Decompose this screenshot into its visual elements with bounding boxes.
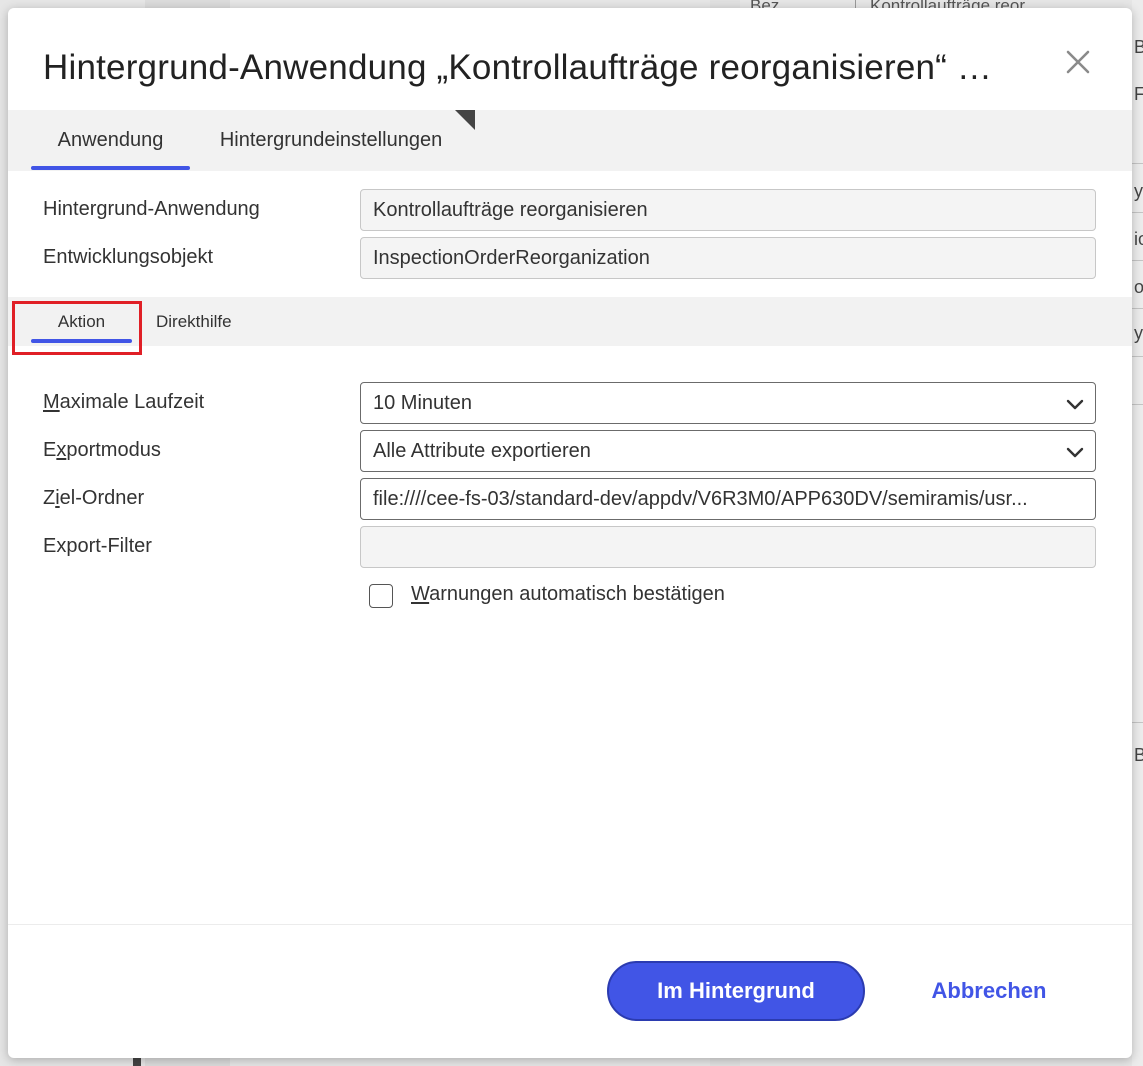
background-edge-text: io <box>1134 229 1143 249</box>
tab-hintergrundeinstellungen[interactable]: Hintergrundeinstellungen <box>204 110 458 171</box>
background-edge-text: F <box>1134 84 1143 104</box>
tab-anwendung[interactable]: Anwendung <box>31 110 190 171</box>
export-filter-label: Export-Filter <box>43 535 152 557</box>
export-mode-value: Alle Attribute exportieren <box>373 440 591 462</box>
max-runtime-label: Maximale Laufzeit <box>43 391 205 413</box>
run-in-background-button[interactable]: Im Hintergrund <box>607 961 865 1021</box>
cancel-button[interactable]: Abbrechen <box>914 961 1064 1021</box>
auto-confirm-warnings-label[interactable]: Warnungen automatisch bestätigen <box>411 583 725 606</box>
export-mode-select[interactable]: Alle Attribute exportieren <box>360 430 1096 472</box>
background-application-field: Kontrollaufträge reorganisieren <box>360 189 1096 231</box>
target-folder-label: Ziel-Ordner <box>43 487 145 509</box>
background-edge-text: yN <box>1134 181 1143 201</box>
dialog-title: Hintergrund-Anwendung „Kontrollaufträge … <box>43 48 993 87</box>
chevron-down-icon <box>1066 399 1084 410</box>
background-application-dialog: Hintergrund-Anwendung „Kontrollaufträge … <box>8 8 1132 1058</box>
development-object-field: InspectionOrderReorganization <box>360 237 1096 279</box>
background-edge-text: Be <box>1134 745 1143 765</box>
close-icon <box>1066 50 1090 74</box>
background-application-label: Hintergrund-Anwendung <box>43 198 260 220</box>
main-tab-bar: Anwendung Hintergrundeinstellungen <box>8 110 1132 171</box>
export-mode-label: Exportmodus <box>43 439 161 461</box>
highlight-annotation <box>12 301 142 355</box>
export-filter-input[interactable] <box>360 526 1096 568</box>
background-edge-text: yN <box>1134 323 1143 343</box>
chevron-down-icon <box>1066 447 1084 458</box>
background-mark <box>133 1058 141 1066</box>
tab-direkthilfe[interactable]: Direkthilfe <box>156 297 256 346</box>
background-right-edge: B F yN io ob yN Be <box>1132 0 1143 1066</box>
auto-confirm-warnings-checkbox[interactable] <box>369 584 393 608</box>
max-runtime-value: 10 Minuten <box>373 392 472 414</box>
max-runtime-select[interactable]: 10 Minuten <box>360 382 1096 424</box>
close-button[interactable] <box>1060 44 1096 80</box>
development-object-label: Entwicklungsobjekt <box>43 246 214 268</box>
background-edge-text: B <box>1134 37 1143 57</box>
background-edge-text: ob <box>1134 277 1143 297</box>
active-tab-indicator <box>31 166 190 170</box>
target-folder-input[interactable]: file:////cee-fs-03/standard-dev/appdv/V6… <box>360 478 1096 520</box>
sub-tab-bar: Aktion Direkthilfe <box>8 297 1132 346</box>
footer-divider <box>8 924 1132 925</box>
corner-marker-icon <box>455 110 475 130</box>
